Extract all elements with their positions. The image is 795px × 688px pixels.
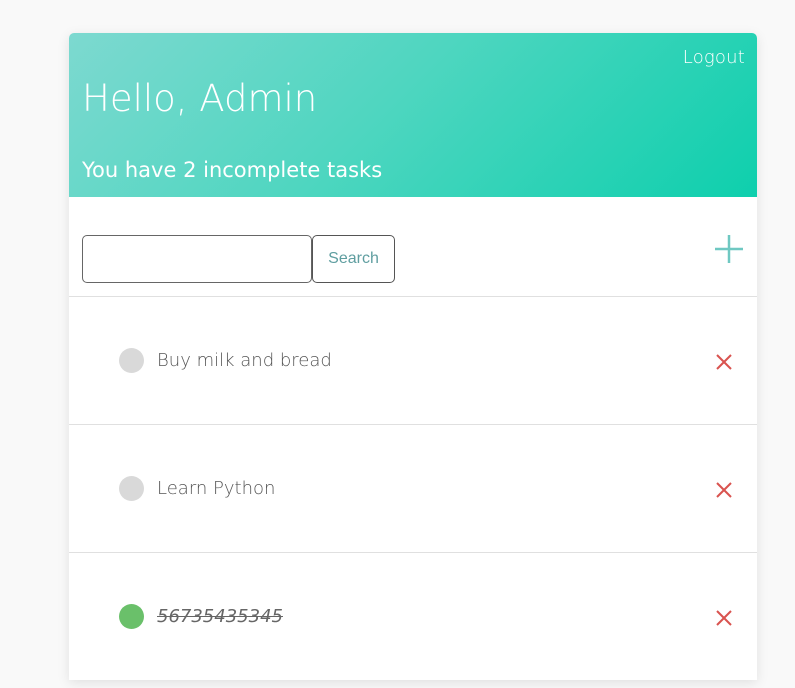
- search-toolbar: Search: [69, 197, 757, 297]
- delete-task-button[interactable]: [714, 352, 734, 372]
- search-input[interactable]: [82, 235, 312, 283]
- header: Logout Hello, Admin You have 2 incomplet…: [69, 33, 757, 197]
- delete-task-button[interactable]: [714, 608, 734, 628]
- todo-card: Logout Hello, Admin You have 2 incomplet…: [69, 33, 757, 680]
- delete-task-button[interactable]: [714, 480, 734, 500]
- task-text[interactable]: 56735435345: [157, 604, 283, 629]
- task-text[interactable]: Buy milk and bread: [157, 348, 332, 373]
- greeting-title: Hello, Admin: [82, 77, 318, 120]
- logout-link[interactable]: Logout: [683, 47, 745, 68]
- close-icon: [716, 482, 732, 498]
- task-status-toggle[interactable]: [119, 348, 144, 373]
- task-item: 56735435345: [69, 553, 757, 680]
- incomplete-count-text: You have 2 incomplete tasks: [82, 158, 383, 182]
- task-status-toggle[interactable]: [119, 476, 144, 501]
- task-status-toggle[interactable]: [119, 604, 144, 629]
- task-item: Learn Python: [69, 425, 757, 553]
- close-icon: [716, 354, 732, 370]
- plus-icon: [715, 235, 743, 263]
- close-icon: [716, 610, 732, 626]
- task-item: Buy milk and bread: [69, 297, 757, 425]
- search-button[interactable]: Search: [312, 235, 395, 283]
- task-text[interactable]: Learn Python: [157, 476, 275, 501]
- add-task-button[interactable]: [713, 233, 745, 265]
